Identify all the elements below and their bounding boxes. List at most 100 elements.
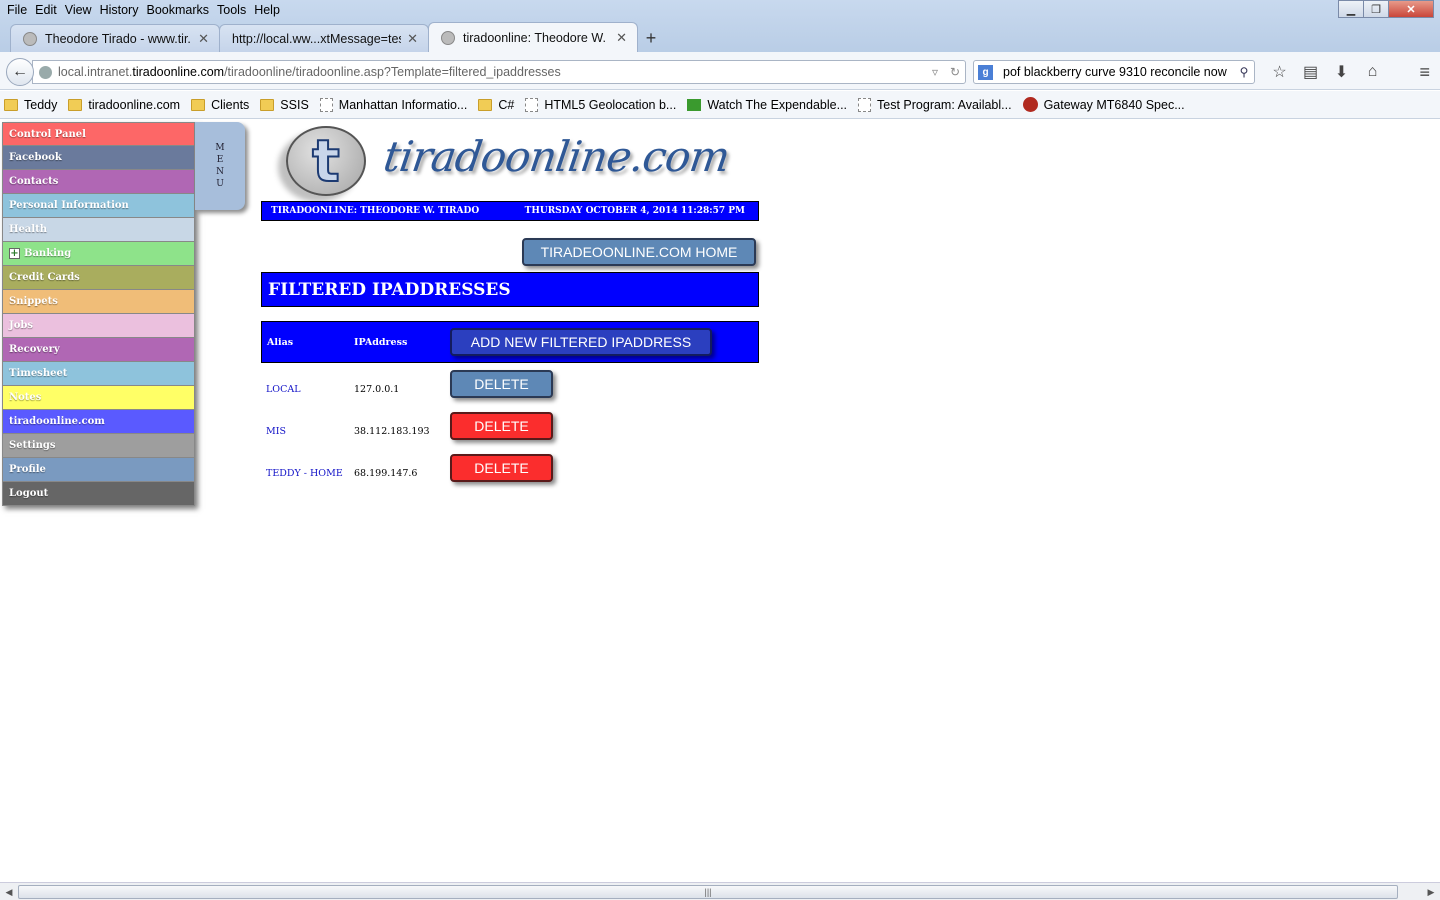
menu-edit[interactable]: Edit	[35, 3, 57, 17]
download-icon[interactable]: ⬇	[1326, 60, 1357, 84]
bookmark-item[interactable]: Clients	[191, 98, 249, 112]
bookmark-item[interactable]: C#	[478, 98, 514, 112]
user-label: TIRADOONLINE: THEODORE W. TIRADO	[271, 206, 480, 216]
sidemenu-item-label: Jobs	[9, 320, 34, 331]
bookmark-item[interactable]: Teddy	[4, 98, 57, 112]
tab-close-icon[interactable]: ✕	[198, 31, 209, 47]
tab-favicon-icon	[23, 31, 37, 46]
bookmark-item[interactable]: SSIS	[260, 98, 309, 112]
row-alias-link[interactable]: TEDDY - HOME	[266, 468, 343, 479]
logo-text: tiradoonline.com	[380, 132, 733, 181]
window-controls: ▁ ❐ ✕	[1338, 0, 1434, 18]
delete-button[interactable]: DELETE	[450, 370, 553, 398]
browser-tab-2[interactable]: http://local.ww...xtMessage=test ✕	[219, 24, 429, 52]
restore-icon[interactable]: ❐	[1363, 0, 1389, 18]
bookmark-star-icon[interactable]: ☆	[1264, 60, 1295, 84]
row-alias-link[interactable]: MIS	[266, 426, 286, 437]
sidemenu-item-logout[interactable]: Logout	[2, 482, 195, 506]
page-icon	[858, 97, 872, 112]
menu-toggle-tab[interactable]: MENU	[195, 122, 245, 210]
sidemenu-item-tiradoonline-com[interactable]: tiradoonline.com	[2, 410, 195, 434]
sidemenu-item-notes[interactable]: Notes	[2, 386, 195, 410]
menu-tools[interactable]: Tools	[217, 3, 246, 17]
tab-title: http://local.ww...xtMessage=test	[232, 31, 402, 46]
horizontal-scrollbar[interactable]: ◀ ||| ▶	[0, 882, 1440, 900]
new-tab-icon[interactable]: +	[637, 24, 665, 52]
back-arrow-icon: ←	[12, 63, 28, 80]
delete-button[interactable]: DELETE	[450, 412, 553, 440]
bookmark-item[interactable]: Test Program: Availabl...	[858, 97, 1012, 112]
search-value: pof blackberry curve 9310 reconcile now	[1003, 65, 1227, 79]
bookmark-item[interactable]: Watch The Expendable...	[687, 98, 847, 112]
back-button[interactable]: ←	[6, 58, 34, 86]
logo-badge: t	[286, 126, 366, 196]
tab-close-icon[interactable]: ✕	[407, 31, 418, 47]
sidemenu-item-facebook[interactable]: Facebook	[2, 146, 195, 170]
sidemenu-item-label: Credit Cards	[9, 272, 80, 283]
sidemenu-item-snippets[interactable]: Snippets	[2, 290, 195, 314]
sidemenu-item-recovery[interactable]: Recovery	[2, 338, 195, 362]
menu-bookmarks[interactable]: Bookmarks	[146, 3, 209, 17]
scrollbar-thumb[interactable]: |||	[18, 885, 1398, 899]
sidemenu-item-personal-information[interactable]: Personal Information	[2, 194, 195, 218]
tab-strip: Theodore Tirado - www.tir... ✕ http://lo…	[10, 22, 665, 52]
sidemenu-item-label: Profile	[9, 464, 46, 475]
page-icon	[319, 97, 333, 112]
sidemenu-item-settings[interactable]: Settings	[2, 434, 195, 458]
sidemenu-item-credit-cards[interactable]: Credit Cards	[2, 266, 195, 290]
sidemenu-item-control-panel[interactable]: Control Panel	[2, 122, 195, 146]
side-menu: Control Panel Facebook Contacts Personal In…	[2, 122, 195, 506]
scroll-right-icon[interactable]: ▶	[1424, 885, 1438, 899]
sidemenu-item-contacts[interactable]: Contacts	[2, 170, 195, 194]
scroll-left-icon[interactable]: ◀	[2, 885, 16, 899]
home-button[interactable]: TIRADEOONLINE.COM HOME	[522, 238, 756, 266]
minimize-icon[interactable]: ▁	[1338, 0, 1364, 18]
tab-title: tiradoonline: Theodore W. ...	[463, 30, 611, 45]
sidemenu-item-health[interactable]: Health	[2, 218, 195, 242]
sidemenu-item-profile[interactable]: Profile	[2, 458, 195, 482]
browser-tab-1[interactable]: Theodore Tirado - www.tir... ✕	[10, 24, 220, 52]
tab-title: Theodore Tirado - www.tir...	[45, 31, 193, 46]
menu-history[interactable]: History	[100, 3, 139, 17]
dropdown-icon[interactable]: ▿	[925, 65, 945, 79]
bookmarks-bar: Teddy tiradoonline.com Clients SSIS Manh…	[0, 91, 1440, 119]
bookmarks-list-icon[interactable]: ▤	[1295, 60, 1326, 84]
sidemenu-item-label: tiradoonline.com	[9, 416, 105, 427]
row-alias-link[interactable]: LOCAL	[266, 384, 301, 395]
url-text: local.intranet.tiradoonline.com/tiradoon…	[58, 65, 561, 79]
tab-favicon-icon	[441, 30, 455, 45]
bookmark-item[interactable]: HTML5 Geolocation b...	[525, 97, 676, 112]
close-window-icon[interactable]: ✕	[1388, 0, 1434, 18]
menu-help[interactable]: Help	[254, 3, 280, 17]
search-field[interactable]: g pof blackberry curve 9310 reconcile no…	[973, 60, 1255, 84]
bookmark-item[interactable]: Manhattan Informatio...	[319, 97, 467, 112]
globe-icon	[39, 65, 52, 79]
browser-titlebar: File Edit View History Bookmarks Tools H…	[0, 0, 1440, 52]
menu-file[interactable]: File	[7, 3, 27, 17]
folder-icon	[191, 98, 206, 111]
row-ipaddress: 127.0.0.1	[354, 384, 400, 395]
sidemenu-item-label: Snippets	[9, 296, 58, 307]
delete-button[interactable]: DELETE	[450, 454, 553, 482]
expand-plus-icon[interactable]: +	[9, 248, 20, 259]
navigation-toolbar: local.intranet.tiradoonline.com/tiradoon…	[0, 52, 1440, 90]
search-icon[interactable]: ⚲	[1234, 65, 1254, 79]
bookmark-item[interactable]: Gateway MT6840 Spec...	[1022, 97, 1185, 112]
row-ipaddress: 38.112.183.193	[354, 426, 430, 437]
menu-view[interactable]: View	[65, 3, 92, 17]
bookmark-item[interactable]: tiradoonline.com	[68, 98, 180, 112]
home-icon[interactable]: ⌂	[1357, 60, 1388, 84]
reload-icon[interactable]: ↻	[945, 65, 965, 79]
sidemenu-item-jobs[interactable]: Jobs	[2, 314, 195, 338]
site-logo: t tiradoonline.com	[268, 124, 732, 198]
folder-icon	[68, 98, 83, 111]
datetime-label: THURSDAY OCTOBER 4, 2014 11:28:57 PM	[524, 206, 745, 216]
menu-bar: File Edit View History Bookmarks Tools H…	[0, 0, 285, 20]
add-filtered-ipaddress-button[interactable]: ADD NEW FILTERED IPADDRESS	[450, 328, 712, 356]
tab-close-icon[interactable]: ✕	[616, 30, 627, 46]
sidemenu-item-banking[interactable]: + Banking	[2, 242, 195, 266]
hamburger-menu-icon[interactable]: ≡	[1419, 62, 1430, 83]
address-bar[interactable]: local.intranet.tiradoonline.com/tiradoon…	[32, 60, 966, 84]
sidemenu-item-timesheet[interactable]: Timesheet	[2, 362, 195, 386]
browser-tab-3-active[interactable]: tiradoonline: Theodore W. ... ✕	[428, 22, 638, 52]
